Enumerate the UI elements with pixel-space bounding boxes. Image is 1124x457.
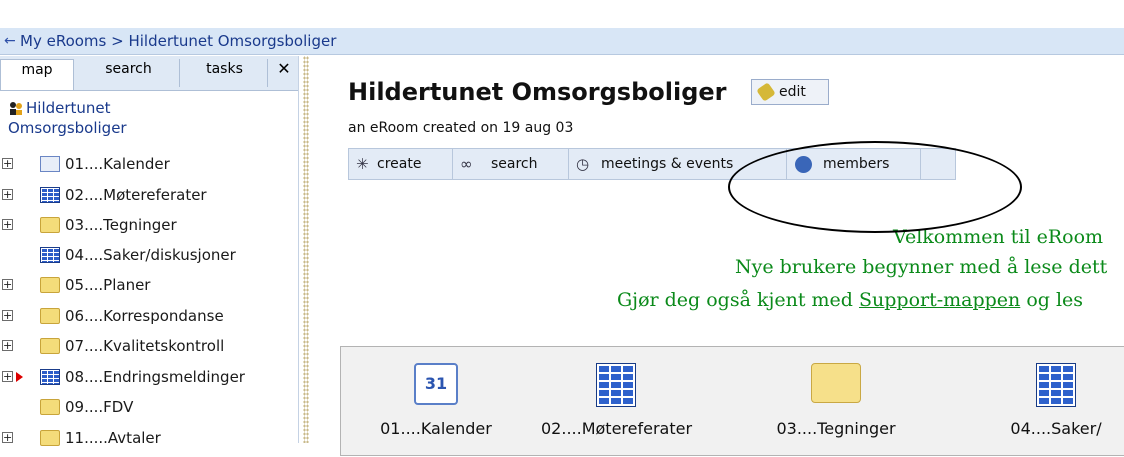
expand-icon[interactable]: + xyxy=(2,340,13,351)
people-icon xyxy=(8,100,24,116)
room-name-line1: Hildertunet xyxy=(26,99,111,117)
sidebar: map search tasks ✕ Hildertunet Omsorgsbo… xyxy=(0,56,299,447)
database-icon xyxy=(40,187,60,203)
tree-item-label: 03....Tegninger xyxy=(65,216,177,234)
panel-item-label: 01....Kalender xyxy=(380,419,492,438)
folder-icon xyxy=(40,217,60,233)
new-item-arrow-icon xyxy=(16,372,23,382)
top-strip xyxy=(0,0,1124,28)
tree-item-endringsmeldinger[interactable]: + 08....Endringsmeldinger xyxy=(0,365,298,389)
tree-item-label: 11.....Avtaler xyxy=(65,429,161,447)
edit-button[interactable]: edit xyxy=(751,79,829,105)
expand-icon[interactable]: + xyxy=(2,219,13,230)
tab-map[interactable]: map xyxy=(0,59,74,90)
tree-item-label: 05....Planer xyxy=(65,276,151,294)
panel-item-tegninger[interactable]: 03....Tegninger xyxy=(761,347,911,457)
tree-item-label: 04....Saker/diskusjoner xyxy=(65,246,236,264)
tree-item-label: 01....Kalender xyxy=(65,155,170,173)
database-icon xyxy=(40,247,60,263)
tree-item-saker[interactable]: 04....Saker/diskusjoner xyxy=(0,243,298,267)
expand-icon[interactable]: + xyxy=(2,279,13,290)
tree-item-kalender[interactable]: + 01....Kalender xyxy=(0,152,298,176)
expand-icon[interactable]: + xyxy=(2,310,13,321)
tree-item-label: 02....Møtereferater xyxy=(65,186,207,204)
calendar-icon: 31 xyxy=(414,363,458,405)
search-label: search xyxy=(491,156,538,172)
panel-item-saker[interactable]: 04....Saker/ xyxy=(981,347,1124,457)
folder-icon xyxy=(40,399,60,415)
sparkle-icon: ✳ xyxy=(356,155,369,173)
tab-tasks[interactable]: tasks xyxy=(182,59,268,87)
create-label: create xyxy=(377,156,422,172)
welcome-line-3-tail: og les xyxy=(1020,289,1084,311)
room-name-line2: Omsorgsboliger xyxy=(8,119,127,137)
pencil-icon xyxy=(756,82,776,102)
folder-icon xyxy=(811,363,861,403)
main-content: Hildertunet Omsorgsboliger edit an eRoom… xyxy=(318,56,1124,456)
tree-item-planer[interactable]: + 05....Planer xyxy=(0,273,298,297)
folder-icon xyxy=(40,430,60,446)
close-icon[interactable]: ✕ xyxy=(272,59,296,87)
breadcrumb-text[interactable]: My eRooms > Hildertunet Omsorgsboliger xyxy=(20,28,336,55)
room-created-text: an eRoom created on 19 aug 03 xyxy=(348,120,574,136)
expand-icon[interactable]: + xyxy=(2,371,13,382)
tree-item-tegninger[interactable]: + 03....Tegninger xyxy=(0,213,298,237)
tree-item-fdv[interactable]: 09....FDV xyxy=(0,395,298,419)
edit-label: edit xyxy=(779,84,806,100)
panel-item-label: 02....Møtereferater xyxy=(541,419,693,438)
tree-item-motereferater[interactable]: + 02....Møtereferater xyxy=(0,183,298,207)
sidebar-tabs: map search tasks ✕ xyxy=(0,56,298,91)
tree-item-avtaler[interactable]: + 11.....Avtaler xyxy=(0,426,298,450)
database-icon xyxy=(40,369,60,385)
tree-item-label: 07....Kvalitetskontroll xyxy=(65,337,225,355)
folder-icon xyxy=(40,338,60,354)
page-title: Hildertunet Omsorgsboliger xyxy=(348,78,727,106)
tab-search[interactable]: search xyxy=(78,59,180,87)
panel-item-kalender[interactable]: 31 01....Kalender xyxy=(361,347,511,457)
tree-item-label: 08....Endringsmeldinger xyxy=(65,368,245,386)
folder-icon xyxy=(40,308,60,324)
annotation-ellipse xyxy=(728,141,1022,233)
panel-item-label: 04....Saker/ xyxy=(1010,419,1102,438)
expand-icon[interactable]: + xyxy=(2,189,13,200)
create-button[interactable]: ✳ create xyxy=(349,149,453,179)
folder-icon xyxy=(40,277,60,293)
calendar-icon xyxy=(40,156,60,172)
clock-icon: ◷ xyxy=(576,155,590,173)
back-arrow-icon[interactable]: ← xyxy=(4,28,16,55)
welcome-line-3-text: Gjør deg også kjent med xyxy=(617,289,859,311)
database-icon xyxy=(1036,363,1076,407)
pane-splitter[interactable] xyxy=(303,56,309,443)
search-button[interactable]: ∞ search xyxy=(453,149,569,179)
item-panel: 31 01....Kalender 02....Møtereferater 03… xyxy=(340,346,1124,456)
tree-item-label: 06....Korrespondanse xyxy=(65,307,224,325)
support-folder-link[interactable]: Support-mappen xyxy=(859,289,1020,311)
tree-item-korrespondanse[interactable]: + 06....Korrespondanse xyxy=(0,304,298,328)
breadcrumb: ← My eRooms > Hildertunet Omsorgsboliger xyxy=(0,28,1124,55)
binoculars-icon: ∞ xyxy=(460,155,473,173)
expand-icon[interactable]: + xyxy=(2,158,13,169)
welcome-line-2: Nye brukere begynner med å lese dett xyxy=(735,256,1108,278)
welcome-line-3: Gjør deg også kjent med Support-mappen o… xyxy=(617,289,1124,311)
database-icon xyxy=(596,363,636,407)
expand-icon[interactable]: + xyxy=(2,432,13,443)
panel-item-motereferater[interactable]: 02....Møtereferater xyxy=(541,347,693,457)
panel-item-label: 03....Tegninger xyxy=(776,419,896,438)
meetings-label: meetings & events xyxy=(601,156,734,172)
tree-item-kvalitetskontroll[interactable]: + 07....Kvalitetskontroll xyxy=(0,334,298,358)
tree-item-label: 09....FDV xyxy=(65,398,134,416)
